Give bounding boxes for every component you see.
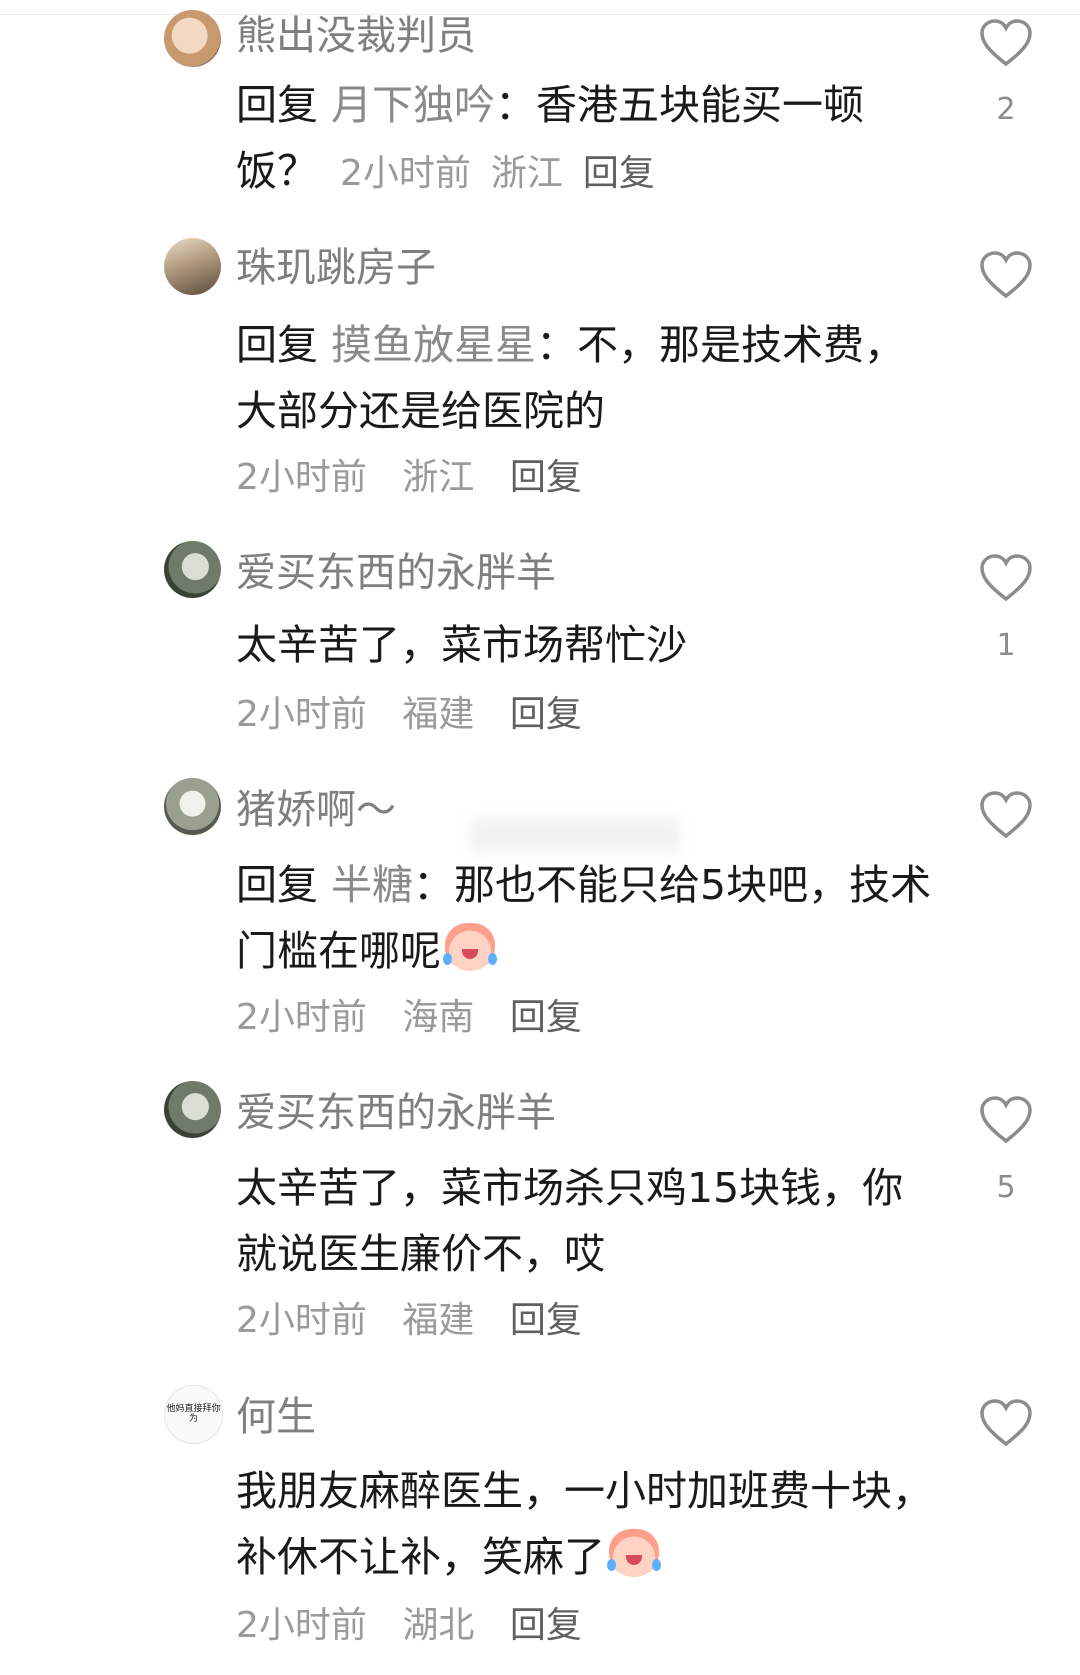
timestamp: 2小时前 (340, 153, 471, 194)
username[interactable]: 猪娇啊～ (236, 790, 396, 830)
reply-button[interactable]: 回复 (510, 457, 582, 498)
crying-laugh-emoji (443, 923, 497, 971)
location: 湖北 (402, 1605, 475, 1646)
avatar-caption: 他妈直接拜你为 (166, 1403, 221, 1424)
location: 福建 (402, 1300, 475, 1341)
comment-text: 回复 月下独吟：香港五块能买一顿饭？ 2小时前 浙江 回复 (236, 72, 936, 207)
heart-icon[interactable] (978, 790, 1034, 840)
comment-body: 我朋友麻醉医生，一小时加班费十块，补休不让补，笑麻了 (236, 1467, 933, 1581)
comment-text: 太辛苦了，菜市场帮忙沙 (236, 612, 936, 678)
reply-prefix: 回复 (236, 81, 318, 129)
top-divider (0, 0, 1080, 15)
location: 福建 (402, 694, 475, 735)
comment-meta: 2小时前 福建 回复 (236, 1303, 606, 1339)
comment-meta: 2小时前 海南 回复 (236, 1000, 606, 1036)
location: 浙江 (402, 457, 475, 498)
reply-prefix: 回复 (236, 321, 318, 369)
avatar[interactable]: 他妈直接拜你为 (164, 1385, 223, 1444)
timestamp: 2小时前 (236, 1300, 367, 1341)
heart-icon[interactable] (978, 250, 1034, 300)
reply-button[interactable]: 回复 (510, 694, 582, 735)
comment-meta: 2小时前 浙江 回复 (236, 460, 606, 496)
reply-target-user[interactable]: 半糖 (331, 861, 413, 909)
comment-text: 回复 半糖：那也不能只给5块吧，技术门槛在哪呢 (236, 852, 936, 984)
heart-icon[interactable] (978, 1095, 1034, 1145)
username[interactable]: 熊出没裁判员 (236, 16, 476, 56)
reply-button[interactable]: 回复 (583, 153, 655, 194)
timestamp: 2小时前 (236, 997, 367, 1038)
username[interactable]: 珠玑跳房子 (236, 248, 436, 288)
timestamp: 2小时前 (236, 694, 367, 735)
comment-meta: 2小时前 湖北 回复 (236, 1608, 606, 1644)
avatar[interactable] (164, 238, 221, 295)
comment-meta: 2小时前 福建 回复 (236, 697, 606, 733)
like-count: 1 (996, 628, 1016, 663)
comment-body: 太辛苦了，菜市场帮忙沙 (236, 621, 687, 669)
timestamp: 2小时前 (236, 457, 367, 498)
heart-icon[interactable] (978, 1398, 1034, 1448)
timestamp: 2小时前 (236, 1605, 367, 1646)
avatar[interactable] (164, 1081, 221, 1138)
avatar[interactable] (164, 778, 221, 835)
comment-text: 回复 摸鱼放星星：不，那是技术费，大部分还是给医院的 (236, 312, 936, 444)
location: 海南 (402, 997, 475, 1038)
avatar[interactable] (164, 10, 221, 67)
comment-meta: 2小时前 浙江 回复 (340, 153, 675, 194)
reply-prefix: 回复 (236, 861, 318, 909)
reply-button[interactable]: 回复 (510, 1605, 582, 1646)
location: 浙江 (490, 153, 563, 194)
username[interactable]: 爱买东西的永胖羊 (236, 1093, 556, 1133)
comment-text: 我朋友麻醉医生，一小时加班费十块，补休不让补，笑麻了 (236, 1458, 936, 1590)
reply-target-user[interactable]: 摸鱼放星星 (331, 321, 536, 369)
reply-button[interactable]: 回复 (510, 997, 582, 1038)
username[interactable]: 何生 (236, 1397, 316, 1437)
like-count: 5 (996, 1170, 1016, 1205)
blurred-tag (470, 818, 680, 852)
avatar[interactable] (164, 541, 221, 598)
like-count: 2 (996, 92, 1016, 127)
reply-button[interactable]: 回复 (510, 1300, 582, 1341)
reply-target-user[interactable]: 月下独吟 (331, 81, 495, 129)
crying-laugh-emoji (607, 1529, 661, 1577)
username[interactable]: 爱买东西的永胖羊 (236, 553, 556, 593)
comment-body: 太辛苦了，菜市场杀只鸡15块钱，你就说医生廉价不，哎 (236, 1164, 904, 1278)
heart-icon[interactable] (978, 18, 1034, 68)
heart-icon[interactable] (978, 553, 1034, 603)
comment-text: 太辛苦了，菜市场杀只鸡15块钱，你就说医生廉价不，哎 (236, 1155, 936, 1287)
